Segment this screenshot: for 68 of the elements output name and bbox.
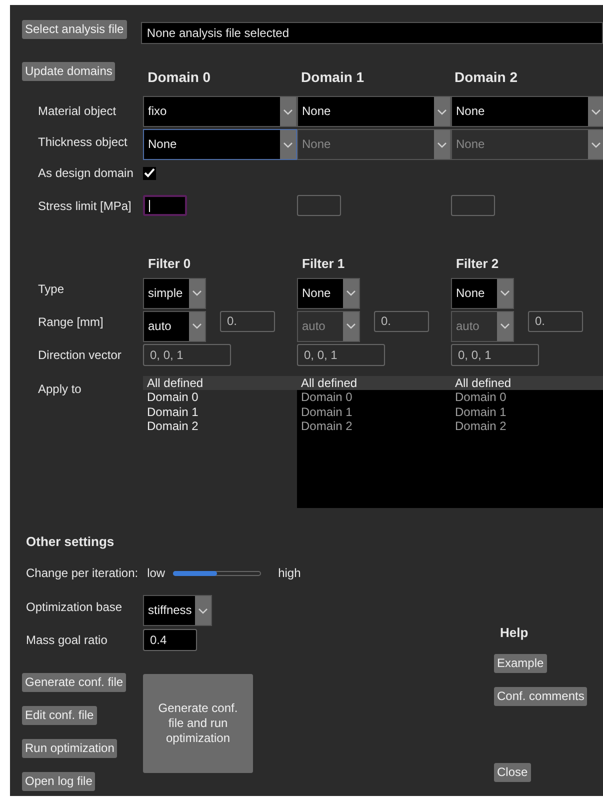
field-label: Direction vector	[38, 348, 122, 362]
mass-ratio-input[interactable]: 0.4	[143, 629, 197, 651]
range-input[interactable]: 0.	[528, 310, 583, 332]
field-label: Type	[38, 282, 64, 296]
direction-input[interactable]: 0, 0, 1	[297, 344, 385, 366]
file-path-field: None analysis file selected	[140, 22, 603, 44]
list-item[interactable]: All defined	[143, 376, 297, 390]
dropdown[interactable]: fixo	[143, 96, 297, 127]
list-item[interactable]: Domain 2	[143, 419, 297, 434]
direction-input[interactable]: 0, 0, 1	[451, 344, 539, 366]
field-label: Change per iteration:	[26, 565, 138, 582]
field-label: Optimization base	[26, 600, 122, 614]
column-heading: Filter 0	[148, 256, 191, 271]
chevron-down-icon	[198, 608, 208, 614]
action-button[interactable]: Run optimization	[22, 739, 118, 758]
dropdown[interactable]: auto	[143, 310, 206, 342]
chevron-down-icon	[500, 290, 510, 296]
dropdown[interactable]: None	[143, 129, 297, 160]
slider-min-label: low	[147, 565, 166, 582]
chevron-down-icon	[283, 108, 293, 114]
field-label: Thickness object	[38, 135, 128, 149]
field-label: As design domain	[38, 166, 134, 180]
update-domains-button[interactable]: Update domains	[22, 62, 116, 81]
field-label: Apply to	[38, 382, 82, 396]
chevron-down-icon	[346, 290, 356, 296]
close-button[interactable]: Close	[494, 763, 531, 782]
chevron-down-icon	[437, 108, 447, 114]
generate-and-run-button[interactable]: Generate conf. file and run optimization	[143, 674, 253, 773]
help-button[interactable]: Example	[494, 654, 547, 673]
slider-track[interactable]	[173, 570, 262, 576]
chevron-down-icon	[437, 142, 447, 148]
column-heading: Filter 1	[302, 256, 345, 271]
dropdown[interactable]: None	[297, 96, 451, 127]
column-heading: Filter 2	[456, 256, 499, 271]
range-input[interactable]: 0.	[374, 310, 429, 332]
section-heading: Help	[499, 624, 528, 642]
column-heading: Domain 1	[301, 69, 364, 85]
field-label: Mass goal ratio	[26, 633, 108, 647]
chevron-down-icon	[591, 108, 601, 114]
select-file-button[interactable]: Select analysis file	[22, 20, 127, 39]
chevron-down-icon	[346, 323, 356, 329]
column-heading: Domain 0	[148, 69, 211, 85]
field-label: Stress limit [MPa]	[38, 198, 132, 212]
action-button[interactable]: Generate conf. file	[22, 673, 126, 692]
direction-input[interactable]: 0, 0, 1	[143, 344, 231, 366]
slider-max-label: high	[278, 565, 301, 582]
dropdown[interactable]: None	[451, 96, 603, 127]
chevron-down-icon	[283, 142, 293, 148]
column-heading: Domain 2	[454, 69, 518, 85]
chevron-down-icon	[192, 323, 202, 329]
dropdown[interactable]: simple	[143, 278, 206, 308]
checkbox[interactable]	[143, 166, 156, 180]
list-item[interactable]: Domain 1	[143, 404, 297, 419]
field-label: Range [mm]	[38, 314, 104, 328]
range-input[interactable]: 0.	[220, 310, 275, 332]
stress-limit-input[interactable]	[143, 195, 187, 216]
chevron-down-icon	[500, 323, 510, 329]
action-button[interactable]: Edit conf. file	[22, 706, 97, 725]
field-label: Material object	[38, 104, 116, 118]
chevron-down-icon	[591, 142, 601, 148]
chevron-down-icon	[192, 290, 202, 296]
list-item[interactable]: Domain 0	[143, 390, 297, 404]
dropdown[interactable]: stiffness	[143, 595, 212, 626]
action-button[interactable]: Open log file	[22, 772, 96, 791]
dropdown[interactable]: None	[451, 278, 514, 308]
help-button[interactable]: Conf. comments	[494, 687, 588, 706]
section-heading: Other settings	[26, 534, 114, 548]
dropdown[interactable]: None	[297, 278, 360, 308]
